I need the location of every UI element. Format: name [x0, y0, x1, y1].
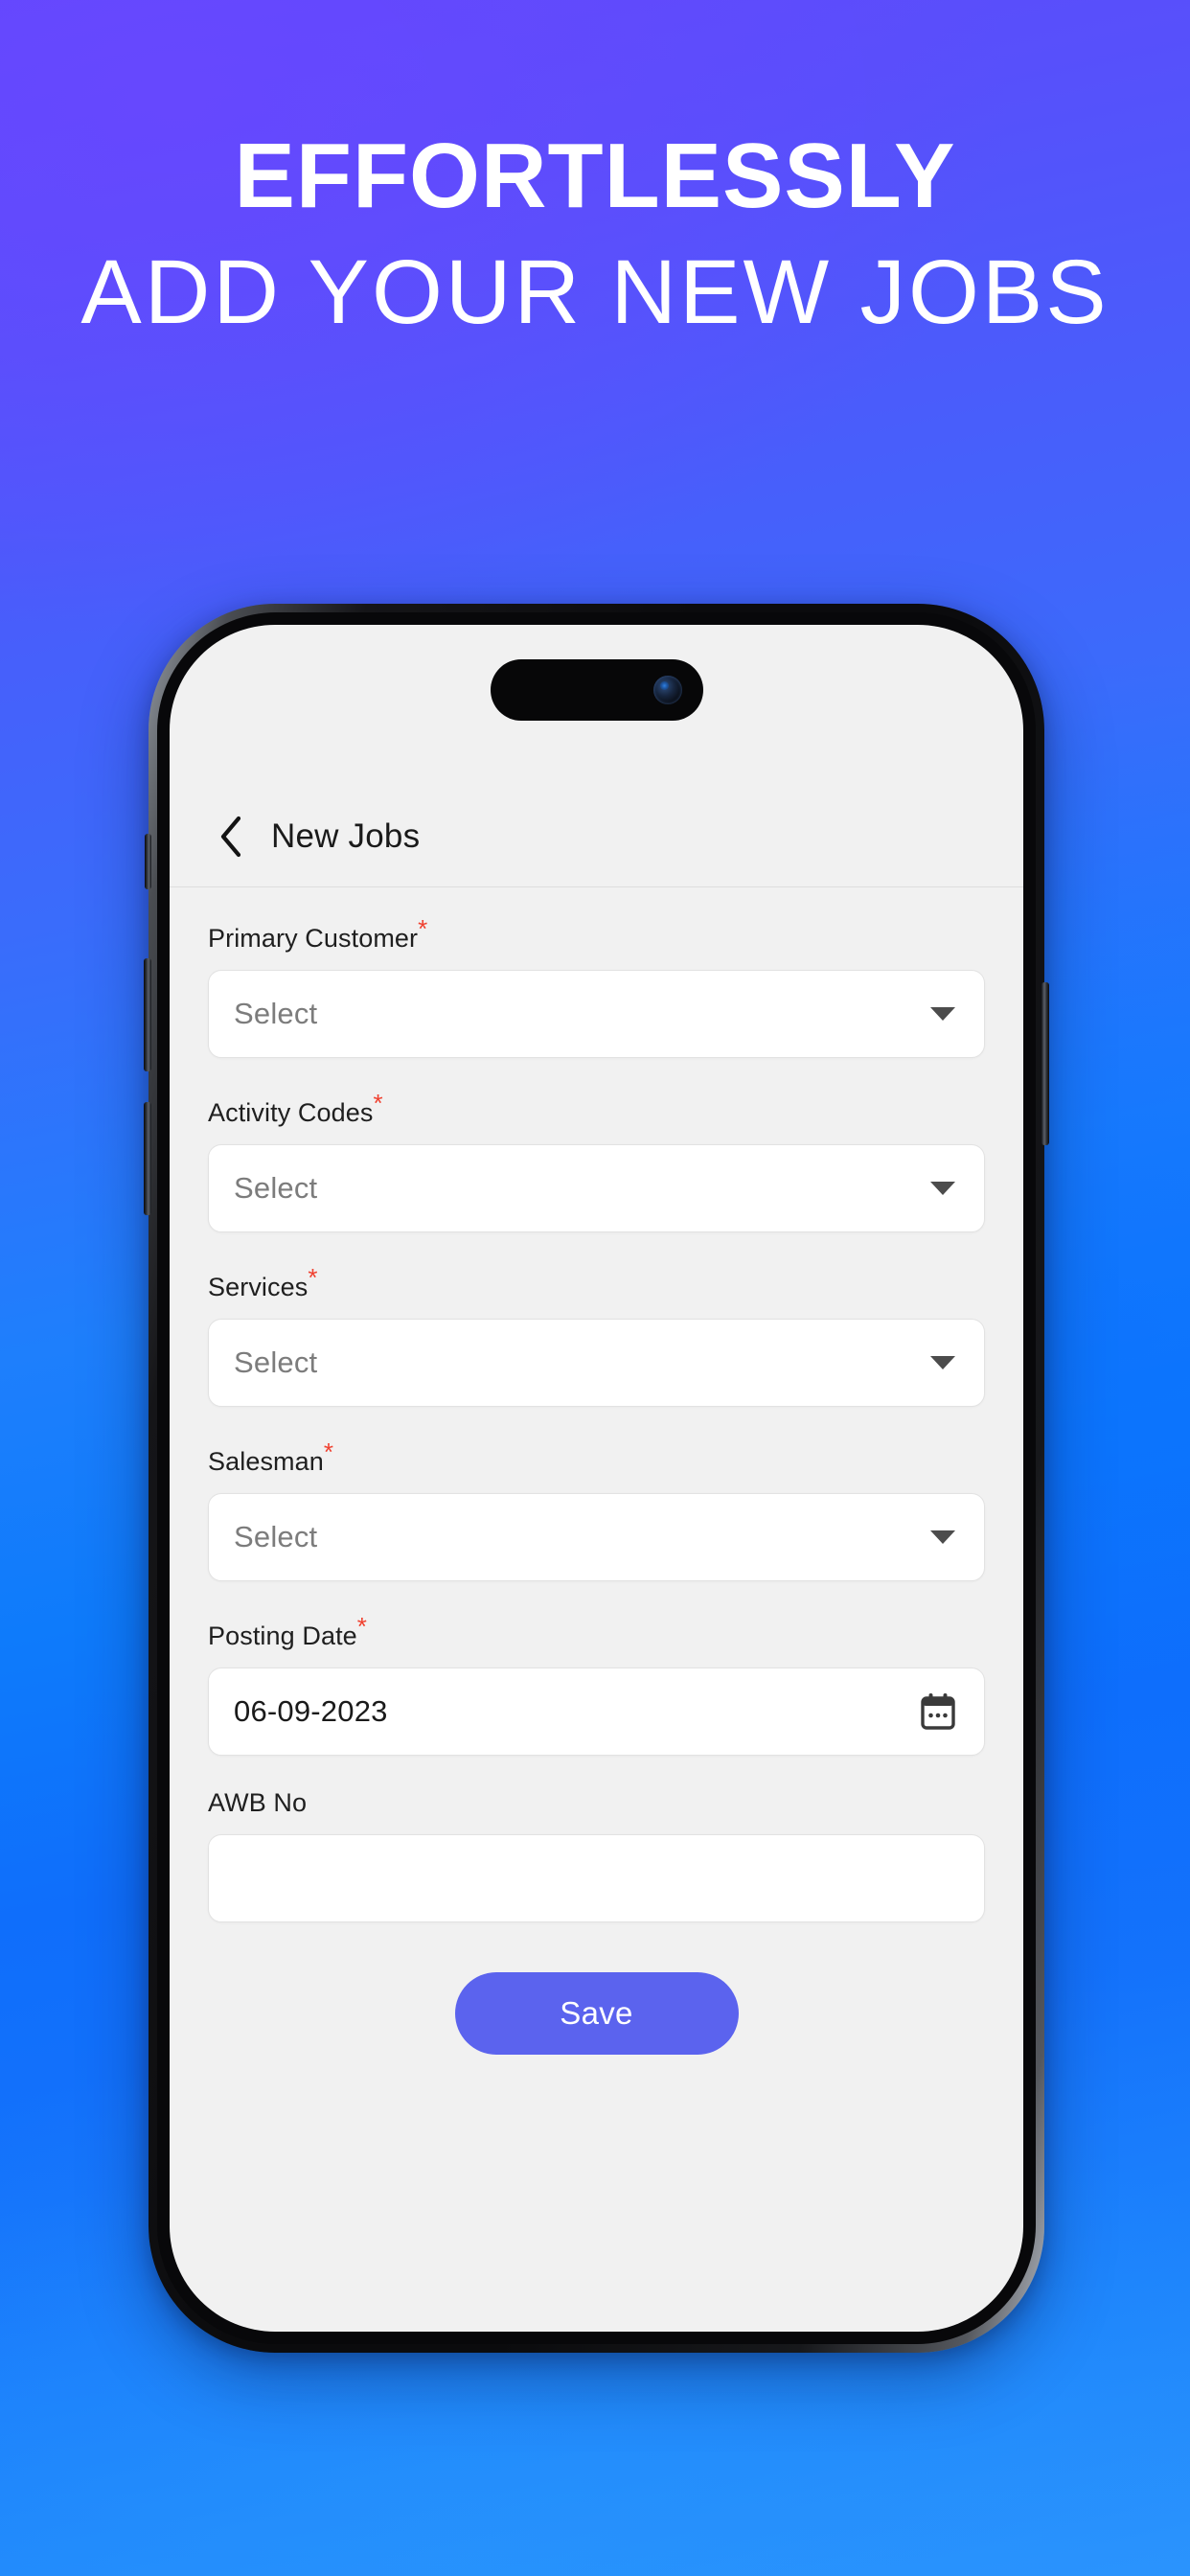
- chevron-down-icon: [930, 1356, 955, 1369]
- promo-headline: EFFORTLESSLY ADD YOUR NEW JOBS: [0, 0, 1190, 338]
- field-activity-codes: Activity Codes* Select: [208, 1091, 985, 1232]
- label-text: Posting Date: [208, 1622, 357, 1650]
- phone-power-button[interactable]: [1041, 982, 1049, 1145]
- field-salesman: Salesman* Select: [208, 1439, 985, 1581]
- promo-headline-line-1: EFFORTLESSLY: [234, 125, 956, 227]
- chevron-down-icon: [930, 1182, 955, 1195]
- phone-mockup: New Jobs Primary Customer* Select Activi…: [144, 604, 1049, 2353]
- select-activity-codes-value: Select: [234, 1171, 318, 1205]
- input-posting-date[interactable]: 06-09-2023: [208, 1668, 985, 1756]
- select-salesman[interactable]: Select: [208, 1493, 985, 1581]
- label-text: Services: [208, 1273, 309, 1301]
- select-services[interactable]: Select: [208, 1319, 985, 1407]
- required-marker: *: [308, 1263, 318, 1292]
- dynamic-island: [490, 659, 703, 721]
- posting-date-value: 06-09-2023: [234, 1694, 388, 1728]
- save-button[interactable]: Save: [454, 1972, 739, 2055]
- input-awb-no[interactable]: [208, 1834, 985, 1922]
- label-text: Activity Codes: [208, 1098, 374, 1127]
- required-marker: *: [323, 1438, 334, 1466]
- field-primary-customer: Primary Customer* Select: [208, 916, 985, 1058]
- phone-volume-down-button[interactable]: [144, 1102, 151, 1215]
- promo-headline-line-2: ADD YOUR NEW JOBS: [80, 242, 1110, 343]
- chevron-down-icon: [930, 1530, 955, 1544]
- phone-screen: New Jobs Primary Customer* Select Activi…: [170, 625, 1023, 2332]
- required-marker: *: [418, 914, 428, 943]
- app-header: New Jobs: [170, 786, 1023, 887]
- phone-silent-switch[interactable]: [145, 834, 151, 889]
- field-posting-date: Posting Date* 06-09-2023: [208, 1614, 985, 1756]
- front-camera-icon: [652, 676, 682, 704]
- label-primary-customer: Primary Customer*: [208, 916, 427, 954]
- label-text: Salesman: [208, 1447, 324, 1476]
- required-marker: *: [373, 1089, 383, 1117]
- select-primary-customer[interactable]: Select: [208, 970, 985, 1058]
- label-services: Services*: [208, 1265, 318, 1302]
- required-marker: *: [356, 1612, 368, 1641]
- label-posting-date: Posting Date*: [208, 1614, 367, 1651]
- page-title: New Jobs: [271, 816, 421, 855]
- label-text: Primary Customer: [208, 924, 419, 953]
- chevron-down-icon: [930, 1007, 955, 1021]
- phone-volume-up-button[interactable]: [144, 958, 151, 1071]
- select-activity-codes[interactable]: Select: [208, 1144, 985, 1232]
- field-awb-no: AWB No: [208, 1788, 985, 1922]
- select-salesman-value: Select: [234, 1520, 318, 1553]
- chevron-left-icon: [220, 816, 241, 857]
- form-actions: Save: [208, 1972, 985, 2055]
- label-salesman: Salesman*: [208, 1439, 333, 1477]
- new-job-form: Primary Customer* Select Activity Codes*…: [170, 887, 1023, 2055]
- field-services: Services* Select: [208, 1265, 985, 1407]
- select-services-value: Select: [234, 1346, 318, 1379]
- label-awb-no: AWB No: [208, 1788, 307, 1818]
- label-text: AWB No: [208, 1788, 308, 1817]
- label-activity-codes: Activity Codes*: [208, 1091, 383, 1128]
- back-button[interactable]: [206, 808, 256, 865]
- select-primary-customer-value: Select: [234, 997, 318, 1030]
- calendar-icon[interactable]: [919, 1691, 957, 1732]
